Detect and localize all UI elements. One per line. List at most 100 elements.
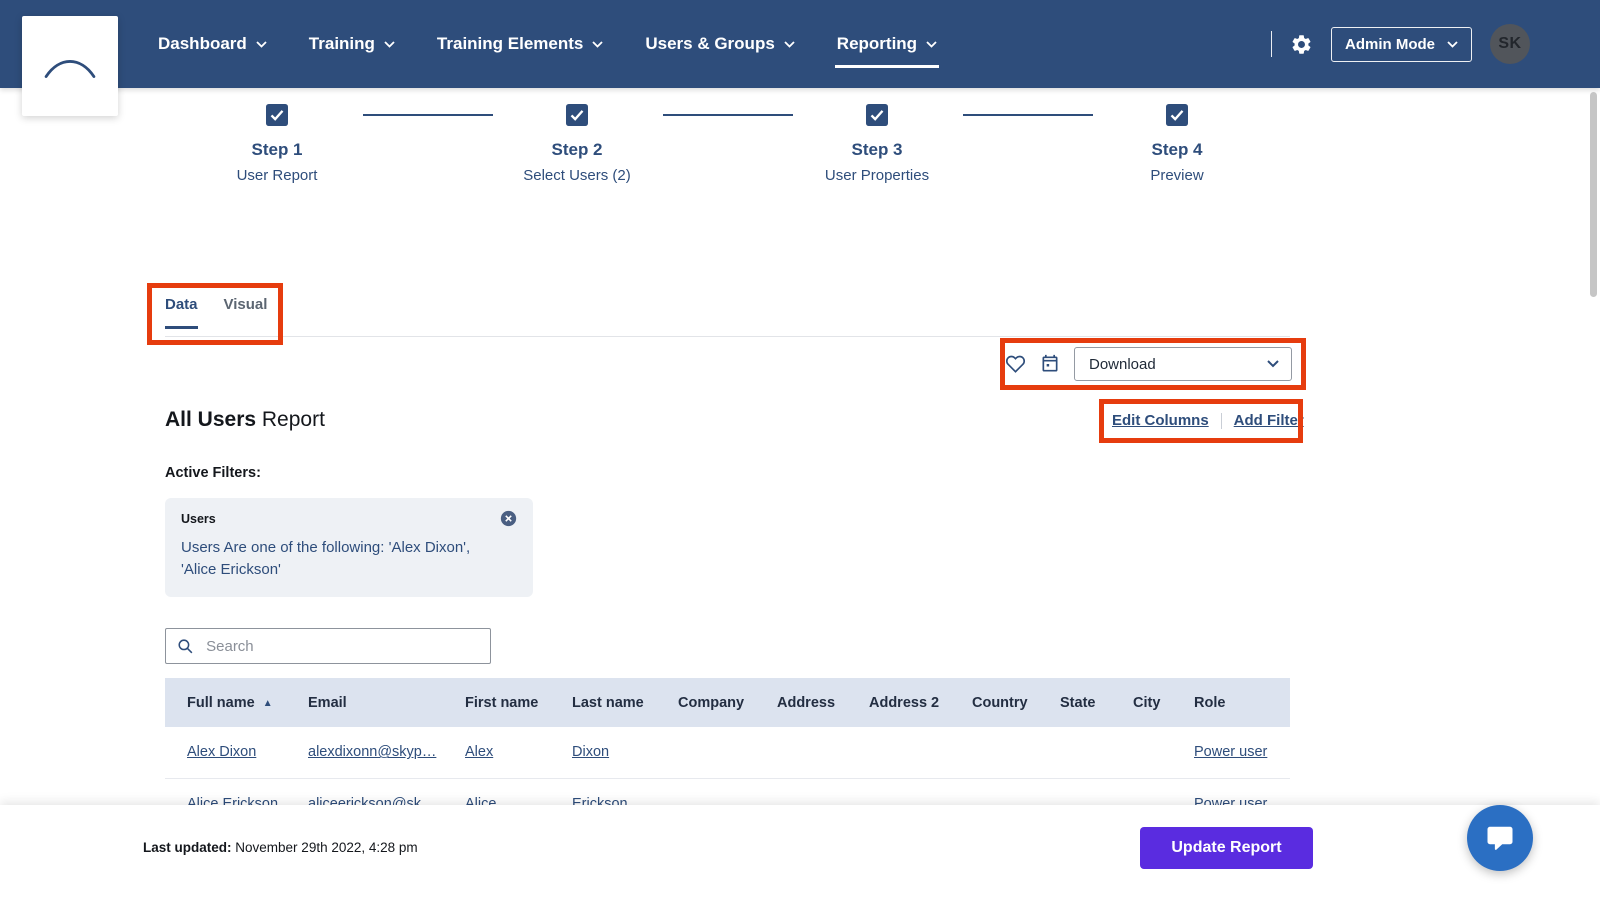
- nav-right-controls: Admin Mode SK: [1271, 24, 1530, 64]
- update-report-button[interactable]: Update Report: [1140, 827, 1313, 869]
- chat-launcher-button[interactable]: [1467, 805, 1533, 871]
- tab-visual[interactable]: Visual: [224, 296, 268, 329]
- column-header-last-name[interactable]: Last name: [556, 678, 662, 727]
- nav-reporting[interactable]: Reporting: [834, 34, 940, 68]
- last-updated-value: November 29th 2022, 4:28 pm: [235, 840, 418, 855]
- column-header-address2[interactable]: Address 2: [853, 678, 956, 727]
- filter-chip-users: Users Users Are one of the following: 'A…: [165, 498, 533, 597]
- column-header-role[interactable]: Role: [1178, 678, 1290, 727]
- chevron-down-icon: [1447, 40, 1458, 48]
- column-header-address[interactable]: Address: [761, 678, 853, 727]
- remove-filter-icon[interactable]: [500, 510, 517, 527]
- step-3[interactable]: Step 3 User Properties: [727, 104, 1027, 184]
- table-row: Alex Dixon alexdixonn@skyp… Alex Dixon P…: [165, 727, 1290, 778]
- step-3-title: Step 3: [851, 140, 903, 159]
- step-4-title: Step 4: [1151, 140, 1203, 159]
- checked-checkbox-icon: [1166, 104, 1188, 131]
- chat-bubble-icon: [1487, 826, 1513, 850]
- report-toolbar: Download: [1005, 347, 1292, 381]
- table-action-links: Edit Columns Add Filter: [1112, 412, 1304, 429]
- search-icon: [178, 639, 193, 654]
- step-1-title: Step 1: [251, 140, 303, 159]
- chevron-down-icon: [592, 40, 603, 48]
- app-logo[interactable]: [22, 16, 118, 116]
- chevron-down-icon: [1267, 360, 1279, 368]
- filter-chip-description: Users Are one of the following: 'Alex Di…: [181, 539, 471, 578]
- schedule-calendar-icon[interactable]: [1040, 354, 1060, 374]
- column-header-state[interactable]: State: [1044, 678, 1117, 727]
- chevron-down-icon: [384, 40, 395, 48]
- full-name-link[interactable]: Alex Dixon: [187, 744, 256, 760]
- tabs-divider: [165, 336, 1290, 337]
- step-connector: [663, 114, 793, 116]
- nav-dashboard-label: Dashboard: [158, 34, 247, 53]
- sort-ascending-icon: ▲: [262, 697, 273, 709]
- checked-checkbox-icon: [266, 104, 288, 131]
- nav-divider: [1271, 31, 1272, 57]
- chevron-down-icon: [926, 40, 937, 48]
- nav-users-groups[interactable]: Users & Groups: [645, 34, 795, 54]
- wizard-stepper: Step 1 User Report Step 2 Select Users (…: [127, 104, 1327, 184]
- nav-training-elements[interactable]: Training Elements: [437, 34, 603, 54]
- settings-gear-icon[interactable]: [1290, 33, 1313, 56]
- table-header-row: Full name ▲ Email First name Last name Co…: [165, 678, 1290, 727]
- top-navigation: Dashboard Training Training Elements Use…: [0, 0, 1600, 116]
- report-view-tabs: Data Visual: [165, 296, 267, 329]
- tab-data[interactable]: Data: [165, 296, 198, 329]
- column-header-city[interactable]: City: [1117, 678, 1178, 727]
- last-name-link[interactable]: Dixon: [572, 744, 609, 760]
- column-header-full-name[interactable]: Full name ▲: [165, 678, 292, 727]
- step-2-title: Step 2: [551, 140, 603, 159]
- checked-checkbox-icon: [566, 104, 588, 131]
- company-cell: [662, 727, 761, 778]
- admin-mode-button[interactable]: Admin Mode: [1331, 26, 1472, 62]
- main-menu: Dashboard Training Training Elements Use…: [158, 34, 940, 68]
- logo-swoosh-icon: [44, 60, 96, 78]
- search-input[interactable]: [204, 636, 480, 656]
- last-updated: Last updated: November 29th 2022, 4:28 p…: [143, 840, 418, 855]
- admin-mode-label: Admin Mode: [1345, 35, 1435, 53]
- nav-reporting-label: Reporting: [836, 34, 918, 53]
- nav-users-groups-label: Users & Groups: [645, 34, 775, 53]
- country-cell: [956, 727, 1044, 778]
- edit-columns-link[interactable]: Edit Columns: [1112, 412, 1209, 429]
- favorite-heart-icon[interactable]: [1005, 354, 1026, 374]
- column-header-first-name[interactable]: First name: [449, 678, 556, 727]
- column-header-email[interactable]: Email: [292, 678, 449, 727]
- address-cell: [761, 727, 853, 778]
- step-4-subtitle: Preview: [1150, 167, 1204, 184]
- filter-chip-name: Users: [181, 511, 216, 526]
- step-connector: [363, 114, 493, 116]
- step-2[interactable]: Step 2 Select Users (2): [427, 104, 727, 184]
- step-1[interactable]: Step 1 User Report: [127, 104, 427, 184]
- download-dropdown[interactable]: Download: [1074, 347, 1292, 381]
- role-link[interactable]: Power user: [1194, 744, 1267, 760]
- checked-checkbox-icon: [866, 104, 888, 131]
- column-header-company[interactable]: Company: [662, 678, 761, 727]
- links-divider: [1220, 412, 1222, 429]
- vertical-scrollbar-thumb[interactable]: [1590, 92, 1597, 297]
- nav-training[interactable]: Training: [309, 34, 395, 54]
- chevron-down-icon: [256, 40, 267, 48]
- step-1-subtitle: User Report: [236, 167, 318, 184]
- column-header-country[interactable]: Country: [956, 678, 1044, 727]
- step-3-subtitle: User Properties: [824, 167, 930, 184]
- chevron-down-icon: [784, 40, 795, 48]
- user-avatar[interactable]: SK: [1490, 24, 1530, 64]
- page-title-bold: All Users: [165, 408, 257, 431]
- step-4[interactable]: Step 4 Preview: [1027, 104, 1327, 184]
- step-connector: [963, 114, 1093, 116]
- nav-training-label: Training: [308, 34, 375, 53]
- search-box: [165, 628, 491, 664]
- page-title-rest: Report: [261, 408, 325, 431]
- footer-bar: Last updated: November 29th 2022, 4:28 p…: [0, 805, 1600, 910]
- address2-cell: [853, 727, 956, 778]
- page-title: All Users Report: [165, 408, 325, 432]
- download-dropdown-value: Download: [1089, 355, 1156, 373]
- last-updated-label: Last updated:: [143, 840, 232, 855]
- first-name-link[interactable]: Alex: [465, 744, 493, 760]
- add-filter-link[interactable]: Add Filter: [1234, 412, 1304, 429]
- email-link[interactable]: alexdixonn@skyp…: [308, 744, 436, 760]
- nav-dashboard[interactable]: Dashboard: [158, 34, 267, 54]
- active-filters-label: Active Filters:: [165, 465, 261, 481]
